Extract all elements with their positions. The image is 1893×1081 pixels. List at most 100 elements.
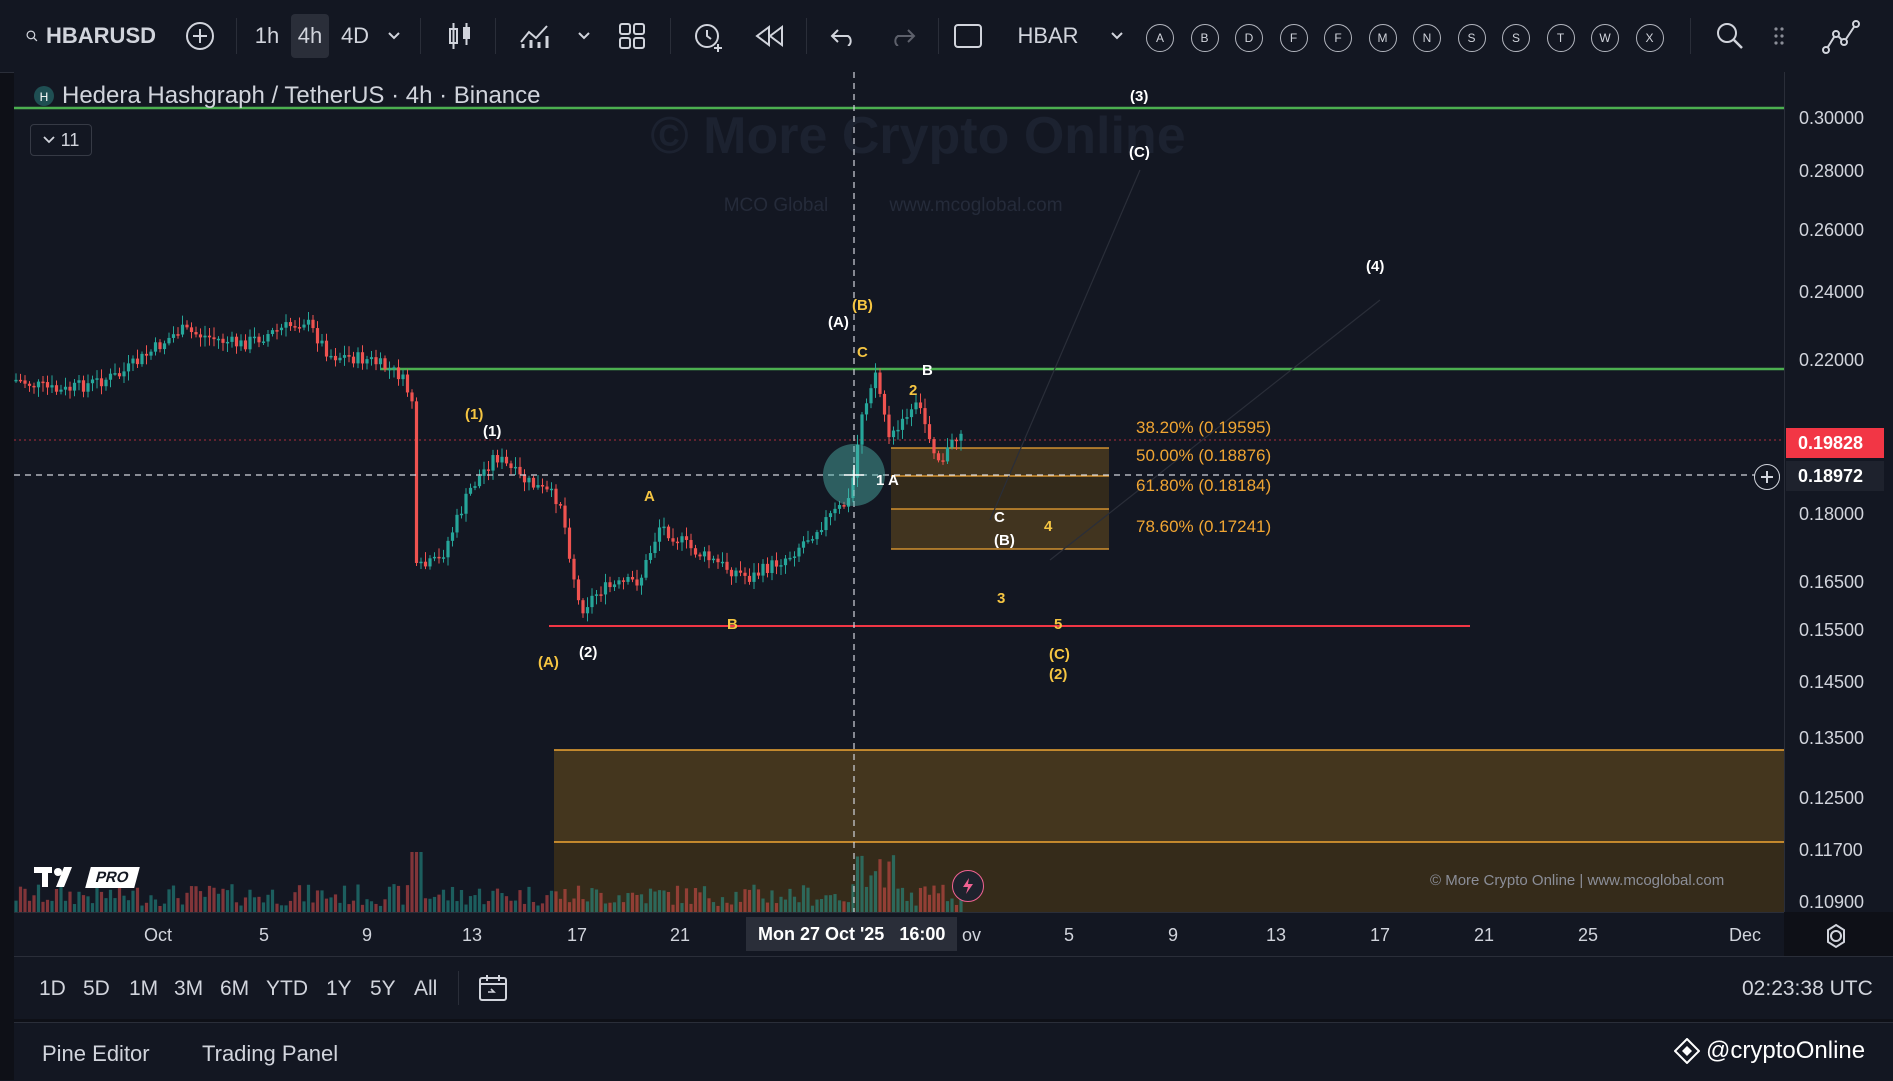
range-1d[interactable]: 1D xyxy=(39,977,66,1001)
range-3m[interactable]: 3M xyxy=(174,977,203,1001)
volume-bar xyxy=(545,895,549,912)
volume-bar xyxy=(432,896,437,912)
hbar-logo-icon: H xyxy=(34,86,54,106)
compare-symbol[interactable]: HBAR xyxy=(1015,14,1081,58)
range-ytd[interactable]: YTD xyxy=(266,977,308,1001)
indicators-button[interactable] xyxy=(515,14,555,58)
volume-bar xyxy=(221,888,225,912)
drawing-letter-button[interactable]: X xyxy=(1635,24,1664,52)
time-axis[interactable]: Oct 5 9 13 17 21 ov 5 9 13 17 21 25 Dec … xyxy=(14,912,1784,957)
volume-bar xyxy=(815,899,819,912)
range-6m[interactable]: 6M xyxy=(220,977,249,1001)
redo-button[interactable] xyxy=(883,14,923,58)
drawing-letter-button[interactable]: B xyxy=(1190,24,1219,52)
volume-bar xyxy=(252,897,257,912)
volume-bar xyxy=(401,904,405,912)
drawing-tools-button[interactable] xyxy=(1820,14,1864,58)
candle xyxy=(369,357,374,360)
volume-bar xyxy=(392,884,396,912)
candle xyxy=(41,381,45,384)
interval-4h[interactable]: 4h xyxy=(291,14,329,58)
range-1y[interactable]: 1Y xyxy=(326,977,352,1001)
drawing-letter-button[interactable]: S xyxy=(1502,24,1530,52)
interval-dropdown[interactable] xyxy=(380,14,408,58)
compare-dropdown[interactable] xyxy=(1105,14,1129,58)
drag-handle[interactable] xyxy=(1768,14,1790,58)
volume-bar xyxy=(882,887,887,912)
zoom-button[interactable] xyxy=(1712,14,1748,58)
volume-bar xyxy=(828,895,833,912)
indicators-dropdown[interactable] xyxy=(570,14,598,58)
tab-pine-editor[interactable]: Pine Editor xyxy=(42,1041,150,1067)
candle xyxy=(954,439,959,442)
candle xyxy=(590,595,594,608)
drawing-letter-button[interactable]: A xyxy=(1146,24,1174,52)
time-label: 21 xyxy=(1474,925,1495,945)
candle xyxy=(828,513,833,518)
candle xyxy=(419,561,423,564)
range-bar: 1D 5D 1M 3M 6M YTD 1Y 5Y All 02:23:38 UT… xyxy=(14,956,1893,1019)
volume-bar xyxy=(599,892,603,912)
drawing-letter-button[interactable]: D xyxy=(1235,24,1263,52)
range-5d[interactable]: 5D xyxy=(83,977,110,1001)
range-1m[interactable]: 1M xyxy=(129,977,158,1001)
symbol-search[interactable]: HBARUSD xyxy=(26,14,156,58)
utc-clock[interactable]: 02:23:38 UTC xyxy=(1742,977,1873,1001)
volume-bar xyxy=(189,886,194,912)
candle xyxy=(536,485,540,488)
fullscreen-button[interactable] xyxy=(948,14,988,58)
drawing-letter-button[interactable]: F xyxy=(1279,24,1308,52)
chart-canvas[interactable]: © More Crypto Online MCO Global www.mcog… xyxy=(14,72,1784,912)
volume-bar xyxy=(509,900,513,912)
flash-button[interactable] xyxy=(952,870,984,902)
volume-bar xyxy=(896,888,900,912)
drawing-letter-button[interactable]: T xyxy=(1546,24,1575,52)
drawing-letter-button[interactable]: M xyxy=(1368,24,1397,52)
candle xyxy=(675,541,680,544)
range-5y[interactable]: 5Y xyxy=(370,977,396,1001)
volume-bar xyxy=(603,903,608,912)
drawing-letter-button[interactable]: N xyxy=(1413,24,1441,52)
axis-settings-button[interactable] xyxy=(1822,922,1850,950)
alert-button[interactable] xyxy=(688,14,728,58)
volume-bar xyxy=(383,899,387,912)
goto-date-button[interactable] xyxy=(478,973,510,1008)
volume-bar xyxy=(108,889,113,912)
undo-button[interactable] xyxy=(823,14,863,58)
wave-label-4-small: 4 xyxy=(1044,518,1053,535)
add-symbol-button[interactable] xyxy=(180,14,220,58)
volume-bar xyxy=(491,890,495,912)
range-all[interactable]: All xyxy=(414,977,437,1001)
tab-trading-panel[interactable]: Trading Panel xyxy=(202,1041,338,1067)
price-label: 0.28000 xyxy=(1799,161,1865,181)
price-label: 0.26000 xyxy=(1799,220,1865,240)
tradingview-logo[interactable]: PRO xyxy=(34,864,140,890)
candle xyxy=(779,565,783,567)
legend-count: 11 xyxy=(60,129,80,150)
candle xyxy=(95,378,99,380)
chart-pane[interactable]: © More Crypto Online MCO Global www.mcog… xyxy=(14,72,1784,912)
volume-bar xyxy=(149,895,153,912)
add-price-alert-button[interactable] xyxy=(1754,464,1780,490)
legend-collapse-button[interactable]: 11 xyxy=(30,124,92,156)
volume-bar xyxy=(612,902,617,912)
volume-bar xyxy=(581,899,585,912)
volume-bar xyxy=(225,890,230,912)
candle xyxy=(473,486,477,488)
volume-bar xyxy=(486,900,491,912)
candle-type-button[interactable] xyxy=(440,14,480,58)
candle xyxy=(702,551,707,557)
replay-button[interactable] xyxy=(750,14,790,58)
price-label: 0.14500 xyxy=(1799,672,1865,692)
volume-bar xyxy=(707,898,711,912)
wave-label-c-peak: C xyxy=(857,344,868,361)
drawing-letter-button[interactable]: W xyxy=(1591,24,1619,52)
volume-bar xyxy=(671,904,675,912)
interval-1h[interactable]: 1h xyxy=(250,14,284,58)
price-scale[interactable]: 0.30000 0.28000 0.26000 0.24000 0.22000 … xyxy=(1784,72,1893,912)
candle xyxy=(720,561,725,564)
interval-4d[interactable]: 4D xyxy=(336,14,374,58)
drawing-letter-button[interactable]: F xyxy=(1324,24,1352,52)
drawing-letter-button[interactable]: S xyxy=(1457,24,1486,52)
layout-button[interactable] xyxy=(612,14,652,58)
